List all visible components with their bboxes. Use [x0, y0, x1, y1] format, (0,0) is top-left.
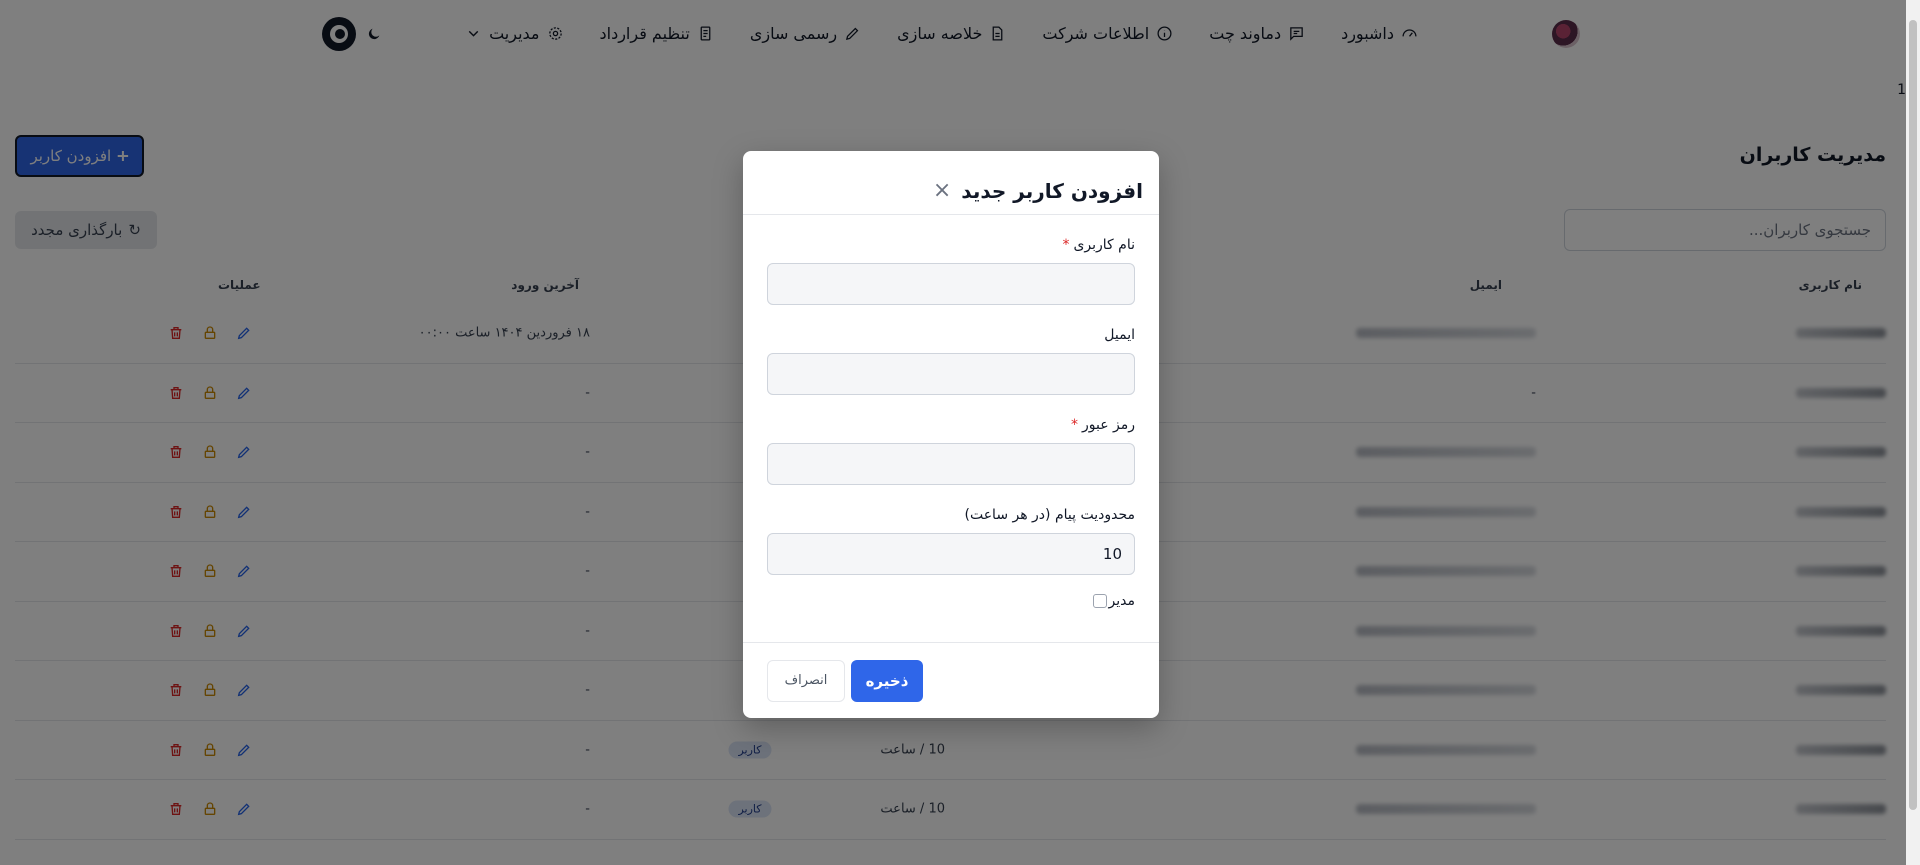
- required-mark: *: [1062, 237, 1070, 253]
- scrollbar-thumb[interactable]: [1909, 20, 1917, 810]
- save-button[interactable]: ذخیره: [851, 659, 923, 702]
- modal-footer: انصراف ذخیره: [743, 642, 1159, 718]
- message-limit-field[interactable]: [767, 533, 1135, 575]
- admin-checkbox-row: مدیر: [767, 593, 1135, 609]
- username-label: نام کاربری*: [767, 237, 1135, 253]
- password-label: رمز عبور*: [767, 417, 1135, 433]
- modal-body: نام کاربری* ایمیل رمز عبور* محدودیت پیام…: [743, 215, 1159, 609]
- modal-header: افزودن کاربر جدید ×: [743, 151, 1159, 215]
- username-label-text: نام کاربری: [1073, 237, 1135, 253]
- admin-label: مدیر: [1108, 593, 1135, 609]
- required-mark: *: [1070, 417, 1078, 433]
- scrollbar[interactable]: [1906, 0, 1920, 865]
- modal-title: افزودن کاربر جدید: [961, 178, 1143, 203]
- admin-checkbox[interactable]: [1092, 594, 1107, 608]
- password-label-text: رمز عبور: [1081, 417, 1135, 433]
- email-field[interactable]: [767, 353, 1135, 395]
- username-field[interactable]: [767, 263, 1135, 305]
- close-icon[interactable]: ×: [933, 179, 951, 202]
- cancel-button[interactable]: انصراف: [767, 659, 845, 702]
- add-user-modal: افزودن کاربر جدید × نام کاربری* ایمیل رم…: [743, 151, 1159, 718]
- message-limit-label: محدودیت پیام (در هر ساعت): [964, 507, 1135, 523]
- email-label: ایمیل: [1104, 327, 1135, 343]
- password-field[interactable]: [767, 443, 1135, 485]
